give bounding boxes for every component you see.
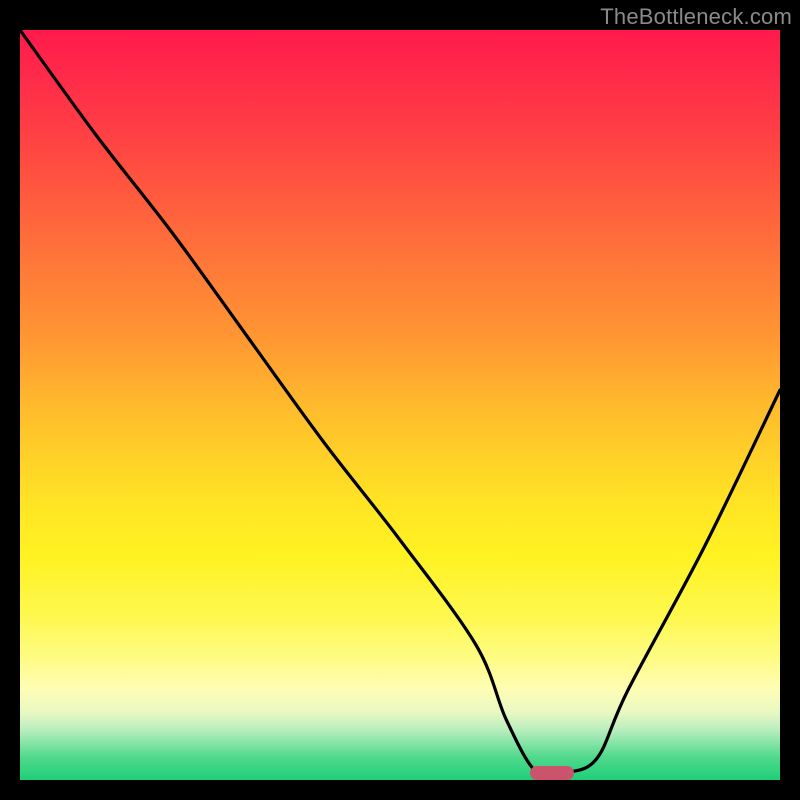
watermark-text: TheBottleneck.com: [600, 4, 792, 30]
optimal-marker: [530, 766, 574, 780]
chart-frame: TheBottleneck.com: [0, 0, 800, 800]
bottleneck-curve: [20, 30, 780, 780]
plot-area: [20, 30, 780, 780]
